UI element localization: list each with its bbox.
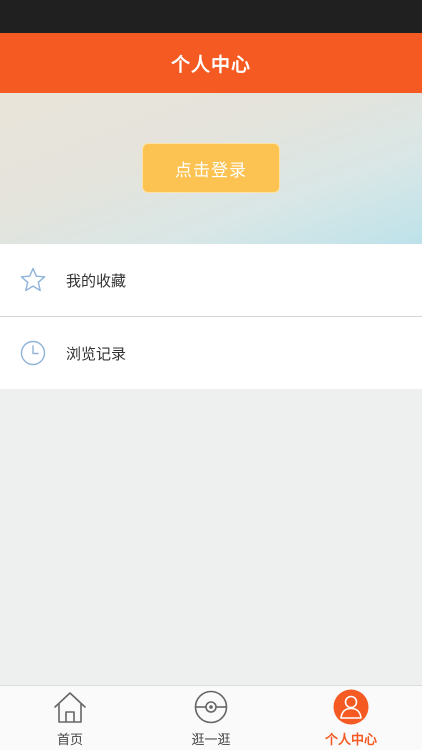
menu-item-history[interactable]: 浏览记录 [0, 317, 422, 389]
header-bar: 个人中心 [0, 33, 422, 93]
user-icon [333, 689, 369, 725]
tab-label: 个人中心 [324, 733, 377, 748]
tab-label: 逛一逛 [191, 733, 231, 748]
tab-browse[interactable]: 逛一逛 [141, 686, 281, 750]
profile-menu: 我的收藏 浏览记录 [0, 244, 422, 389]
tab-home[interactable]: 首页 [0, 686, 140, 750]
bottom-tab-bar: 首页 逛一逛 个人中心 [0, 685, 422, 750]
page-title: 个人中心 [170, 53, 251, 76]
browse-ball-icon [194, 690, 228, 724]
menu-item-label: 我的收藏 [66, 271, 127, 290]
menu-item-label: 浏览记录 [66, 344, 127, 363]
clock-icon [20, 340, 46, 366]
home-icon [54, 692, 86, 723]
login-button[interactable]: 点击登录 [142, 143, 280, 193]
profile-banner: 点击登录 [0, 93, 422, 244]
status-bar [0, 0, 422, 33]
tab-label: 首页 [56, 733, 83, 748]
star-icon [20, 267, 46, 292]
menu-item-favorites[interactable]: 我的收藏 [0, 244, 422, 316]
tab-profile[interactable]: 个人中心 [281, 686, 421, 750]
